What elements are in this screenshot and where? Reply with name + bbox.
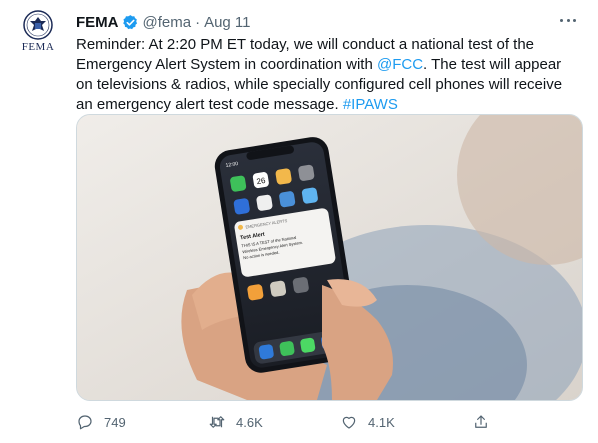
tweet-header: FEMA @fema · Aug 11 xyxy=(76,11,251,33)
share-button[interactable] xyxy=(472,413,500,431)
tweet-actions: 749 4.6K 4.1K xyxy=(76,410,516,434)
phone-photo: 12:00 26 EMERGENCY ALERTS Test Alert THI… xyxy=(77,115,582,400)
dhs-seal-icon xyxy=(23,10,53,40)
reply-count: 749 xyxy=(104,414,126,430)
hashtag-link[interactable]: #IPAWS xyxy=(343,96,398,113)
author-handle[interactable]: @fema xyxy=(143,14,192,31)
share-icon xyxy=(475,415,487,428)
tweet[interactable]: FEMA FEMA @fema · Aug 11 Reminder: At 2:… xyxy=(0,0,598,443)
retweet-icon xyxy=(209,416,225,428)
reply-icon xyxy=(78,415,92,430)
tweet-image[interactable]: 12:00 26 EMERGENCY ALERTS Test Alert THI… xyxy=(76,114,583,401)
tweet-date[interactable]: Aug 11 xyxy=(204,14,250,31)
avatar[interactable]: FEMA xyxy=(12,10,64,62)
heart-icon xyxy=(342,416,356,429)
like-button[interactable]: 4.1K xyxy=(340,413,472,431)
retweet-count: 4.6K xyxy=(236,414,263,430)
tweet-text: Reminder: At 2:20 PM ET today, we will c… xyxy=(76,35,576,115)
author-name[interactable]: FEMA xyxy=(76,14,119,31)
verified-badge-icon xyxy=(122,14,137,29)
avatar-brand-text: FEMA xyxy=(21,41,55,53)
like-count: 4.1K xyxy=(368,414,395,430)
reply-button[interactable]: 749 xyxy=(76,413,208,431)
separator-dot: · xyxy=(195,13,201,31)
mention-link[interactable]: @FCC xyxy=(377,56,423,73)
more-options-icon[interactable] xyxy=(560,15,576,25)
retweet-button[interactable]: 4.6K xyxy=(208,413,340,431)
